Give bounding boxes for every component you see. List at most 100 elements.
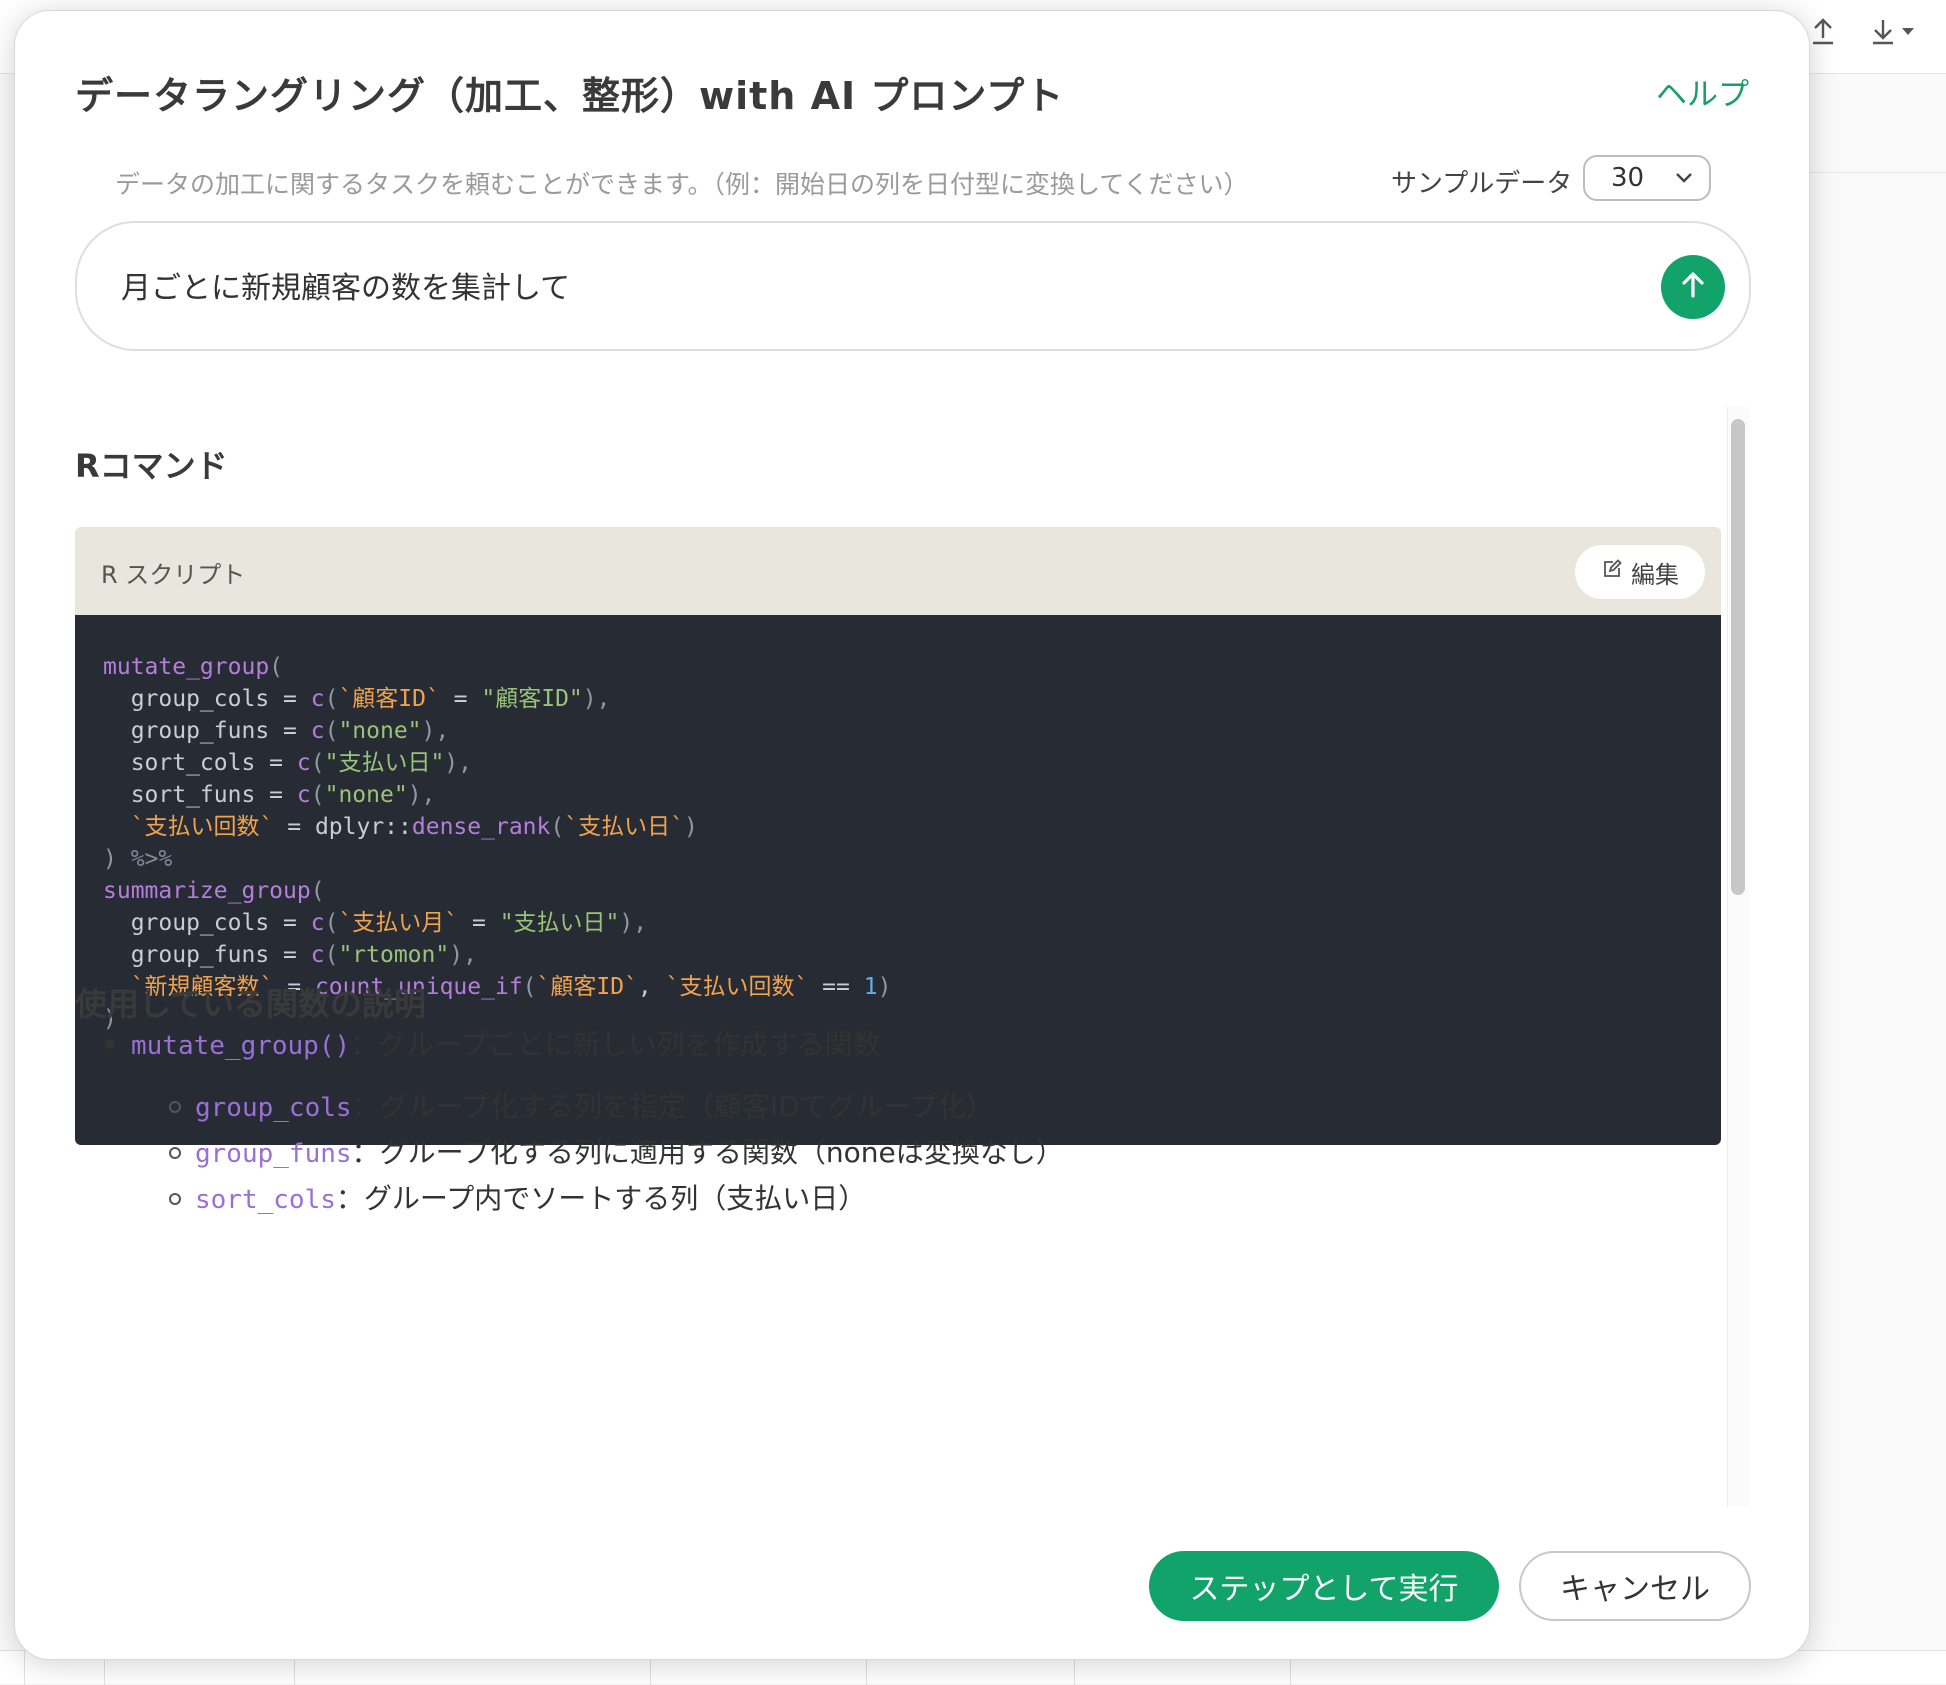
- code-line: group_cols = c(`支払い月` = "支払い日"),: [103, 907, 1721, 939]
- code-token: group_funs =: [103, 718, 311, 744]
- function-description: グループごとに新しい列を作成する関数: [378, 1028, 881, 1061]
- function-name: group_funs: [195, 1139, 352, 1169]
- explanation-title: 使用している関数の説明: [75, 985, 427, 1023]
- code-token: ),: [407, 782, 436, 808]
- sample-data-select[interactable]: 30: [1583, 155, 1711, 201]
- code-token: =: [439, 686, 482, 712]
- function-description: グループ化する列に適用する関数（noneは変換なし）: [379, 1136, 1064, 1169]
- result-scroll-area[interactable]: Rコマンド R スクリプト 編集 mutate_group( group_col…: [75, 407, 1765, 1507]
- r-script-code: mutate_group( group_cols = c(`顧客ID` = "顧…: [75, 615, 1721, 1145]
- code-token: c: [310, 910, 325, 936]
- help-link[interactable]: ヘルプ: [1656, 69, 1749, 114]
- r-script-header: R スクリプト 編集: [75, 527, 1721, 615]
- code-token: c: [296, 750, 311, 776]
- prompt-input[interactable]: 月ごとに新規顧客の数を集計して: [75, 221, 1751, 351]
- code-token: (: [310, 878, 325, 904]
- code-line: group_cols = c(`顧客ID` = "顧客ID"),: [103, 683, 1721, 715]
- explanation-item: group_cols：グループ化する列を指定（顧客IDでグループ化）: [195, 1085, 994, 1125]
- bullet-circle: [169, 1147, 181, 1159]
- function-name: mutate_group(): [131, 1031, 351, 1061]
- code-token: (: [324, 718, 339, 744]
- r-command-title: Rコマンド: [75, 447, 228, 485]
- function-name: group_cols: [195, 1093, 352, 1123]
- r-script-label: R スクリプト: [101, 561, 246, 589]
- function-description: グループ化する列を指定（顧客IDでグループ化）: [379, 1090, 995, 1123]
- code-token: = dplyr::: [273, 814, 412, 840]
- code-token: c: [310, 686, 325, 712]
- code-token: ): [103, 846, 131, 872]
- send-arrow-icon: [1678, 270, 1708, 304]
- code-line: `支払い回数` = dplyr::dense_rank(`支払い日`): [103, 811, 1721, 843]
- code-token: ),: [421, 718, 450, 744]
- code-token: ),: [619, 910, 648, 936]
- code-token: dense_rank: [411, 814, 551, 840]
- code-token: group_funs =: [103, 942, 311, 968]
- code-token: (: [324, 686, 339, 712]
- code-token: "支払い日": [324, 750, 445, 776]
- code-token: `支払い月`: [338, 910, 459, 936]
- prompt-input-value: 月ごとに新規顧客の数を集計して: [121, 271, 571, 306]
- code-token: "none": [324, 782, 408, 808]
- code-token: ),: [449, 942, 477, 968]
- code-line: ) %>%: [103, 843, 1721, 875]
- sample-data-value: 30: [1611, 163, 1645, 193]
- code-token: (: [310, 750, 325, 776]
- code-token: `顧客ID`: [536, 974, 638, 1000]
- code-line: summarize_group(: [103, 875, 1721, 907]
- explanation-item: mutate_group()：グループごとに新しい列を作成する関数: [131, 1023, 881, 1063]
- function-description: グループ内でソートする列（支払い日）: [363, 1182, 867, 1215]
- code-token: (: [522, 974, 537, 1000]
- scrollbar-thumb[interactable]: [1731, 419, 1745, 895]
- code-token: mutate_group: [103, 654, 270, 680]
- bullet-circle: [169, 1101, 181, 1113]
- sample-data-label: サンプルデータ: [1391, 169, 1573, 199]
- code-line: group_funs = c("rtomon"),: [103, 939, 1721, 971]
- code-token: ),: [582, 686, 611, 712]
- code-token: summarize_group: [103, 878, 311, 904]
- code-token: `支払い回数`: [665, 974, 809, 1000]
- code-line: sort_cols = c("支払い日"),: [103, 747, 1721, 779]
- code-token: ): [683, 814, 698, 840]
- edit-label: 編集: [1631, 560, 1679, 589]
- code-token: "顧客ID": [481, 686, 583, 712]
- bullet-circle: [169, 1193, 181, 1205]
- cancel-button[interactable]: キャンセル: [1519, 1551, 1751, 1621]
- code-token: =: [458, 910, 500, 936]
- code-token: ==: [808, 974, 864, 1000]
- code-token: `支払い回数`: [130, 814, 274, 840]
- separator: ：: [351, 1090, 380, 1123]
- code-token: ),: [444, 750, 472, 776]
- code-token: "rtomon": [338, 942, 450, 968]
- code-token: sort_cols =: [103, 750, 297, 776]
- code-line: sort_funs = c("none"),: [103, 779, 1721, 811]
- code-token: "none": [338, 718, 422, 744]
- code-token: group_cols =: [103, 910, 311, 936]
- download-icon[interactable]: [1870, 16, 1920, 55]
- edit-button[interactable]: 編集: [1575, 545, 1705, 599]
- code-token: (: [310, 782, 325, 808]
- code-token: %>%: [130, 846, 173, 872]
- code-token: `顧客ID`: [338, 686, 440, 712]
- code-token: 1: [863, 974, 878, 1000]
- edit-icon: [1601, 558, 1623, 586]
- run-as-step-button[interactable]: ステップとして実行: [1149, 1551, 1499, 1621]
- function-name: sort_cols: [195, 1185, 336, 1215]
- code-token: "支払い日": [499, 910, 620, 936]
- bullet-dot: [105, 1039, 115, 1049]
- chevron-down-icon: [1673, 165, 1695, 195]
- code-token: ,: [637, 974, 666, 1000]
- code-token: `支払い日`: [564, 814, 684, 840]
- explanation-item: group_funs：グループ化する列に適用する関数（noneは変換なし）: [195, 1131, 1064, 1171]
- prompt-hint: データの加工に関するタスクを頼むことができます。（例：開始日の列を日付型に変換し…: [115, 170, 1249, 199]
- code-token: (: [324, 942, 339, 968]
- code-token: group_cols =: [103, 686, 311, 712]
- separator: ：: [335, 1182, 364, 1215]
- upload-icon[interactable]: [1810, 16, 1836, 55]
- send-button[interactable]: [1661, 255, 1725, 319]
- code-token: c: [310, 942, 325, 968]
- background-divider: [1810, 172, 1946, 173]
- separator: ：: [351, 1136, 380, 1169]
- code-token: c: [296, 782, 311, 808]
- code-line: mutate_group(: [103, 651, 1721, 683]
